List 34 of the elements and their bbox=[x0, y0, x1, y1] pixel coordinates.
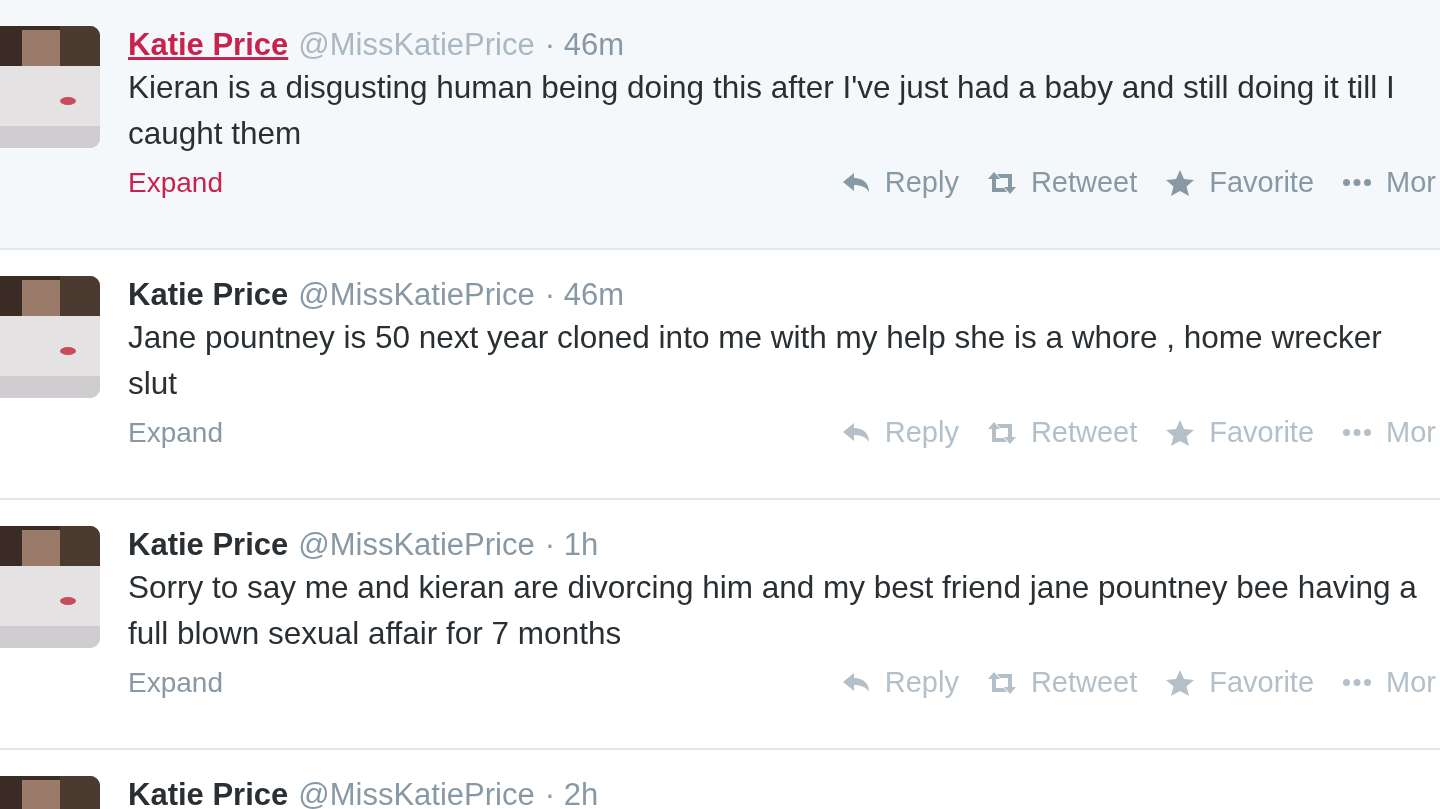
author-name[interactable]: Katie Price bbox=[128, 526, 289, 564]
retweet-action[interactable]: Retweet bbox=[986, 166, 1138, 199]
timestamp[interactable]: · 2h bbox=[544, 776, 599, 809]
tweet-text: Jane pountney is 50 next year cloned into me with my help she is a whore , home wrecker slut bbox=[128, 318, 1383, 403]
author-handle: @MissKatiePrice bbox=[298, 26, 535, 64]
author-name[interactable]: Katie Price bbox=[128, 276, 289, 314]
more-icon bbox=[1342, 678, 1373, 687]
expand-link[interactable]: Expand bbox=[128, 666, 223, 699]
reply-action[interactable]: Reply bbox=[840, 666, 959, 699]
reply-action[interactable]: Reply bbox=[840, 416, 959, 449]
retweet-action[interactable]: Retweet bbox=[986, 416, 1138, 449]
reply-action[interactable]: Reply bbox=[840, 166, 959, 199]
author-handle: @MissKatiePrice bbox=[298, 776, 535, 809]
tweet-text: Sorry to say me and kieran are divorcing him and my best friend jane pountney bee having a full blown sexual affair for 7 months bbox=[128, 568, 1418, 653]
more-icon bbox=[1342, 428, 1373, 437]
author-name[interactable]: Katie Price bbox=[128, 26, 289, 64]
tweet-card[interactable]: Katie Price @MissKatiePrice · 46m Kieran is a disgusting human being doing this after I've just had a baby and still doing it till I caught them Expand Reply Retweet Favorite Mor bbox=[0, 0, 1440, 250]
retweet-action[interactable]: Retweet bbox=[986, 666, 1138, 699]
more-icon bbox=[1342, 178, 1373, 187]
timestamp[interactable]: · 1h bbox=[544, 526, 599, 564]
favorite-action[interactable]: Favorite bbox=[1165, 666, 1315, 699]
more-action[interactable]: Mor bbox=[1342, 166, 1436, 199]
favorite-action[interactable]: Favorite bbox=[1165, 416, 1315, 449]
author-handle: @MissKatiePrice bbox=[298, 276, 535, 314]
more-action[interactable]: Mor bbox=[1342, 666, 1436, 699]
favorite-action[interactable]: Favorite bbox=[1165, 166, 1315, 199]
expand-link[interactable]: Expand bbox=[128, 416, 223, 449]
author-handle: @MissKatiePrice bbox=[298, 526, 535, 564]
timestamp[interactable]: · 46m bbox=[544, 276, 624, 314]
author-name[interactable]: Katie Price bbox=[128, 776, 289, 809]
more-action[interactable]: Mor bbox=[1342, 416, 1436, 449]
tweet-text: Kieran is a disgusting human being doing this after I've just had a baby and still doing it till I caught them bbox=[128, 68, 1396, 153]
timestamp[interactable]: · 46m bbox=[544, 26, 624, 64]
expand-link[interactable]: Expand bbox=[128, 166, 223, 199]
